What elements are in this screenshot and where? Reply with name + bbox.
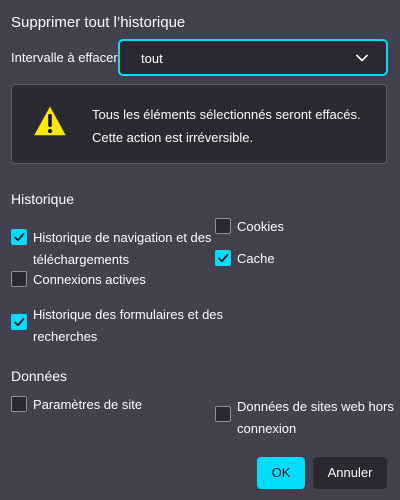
checkbox-box[interactable] bbox=[11, 396, 27, 412]
checkbox-site-settings[interactable]: Paramètres de site bbox=[11, 396, 191, 414]
history-section-title: Historique bbox=[11, 191, 75, 207]
checkbox-box[interactable] bbox=[11, 314, 27, 330]
checkbox-box[interactable] bbox=[215, 218, 231, 234]
checkbox-box[interactable] bbox=[11, 271, 27, 287]
dialog-title: Supprimer tout l’historique bbox=[11, 14, 186, 31]
checkbox-active-logins[interactable]: Connexions actives bbox=[11, 271, 191, 289]
checkbox-label: Cookies bbox=[237, 219, 284, 234]
checkbox-box[interactable] bbox=[215, 406, 231, 422]
checkbox-label: Cache bbox=[237, 251, 275, 266]
checkbox-box[interactable] bbox=[215, 250, 231, 266]
checkmark-icon bbox=[14, 232, 25, 242]
data-section-title: Données bbox=[11, 368, 68, 384]
checkbox-browsing-history[interactable]: Historique de navigation et des téléchar… bbox=[11, 229, 212, 269]
checkbox-cache[interactable]: Cache bbox=[215, 250, 335, 268]
checkmark-icon bbox=[218, 253, 229, 263]
chevron-down-icon bbox=[356, 54, 368, 62]
checkbox-label: Données de sites web hors connexion bbox=[237, 399, 394, 436]
clear-history-dialog: Supprimer tout l’historique Intervalle à… bbox=[0, 0, 400, 500]
checkbox-label: Historique de navigation et des téléchar… bbox=[33, 230, 212, 267]
checkbox-box[interactable] bbox=[11, 229, 27, 245]
checkbox-cookies[interactable]: Cookies bbox=[215, 218, 335, 236]
time-range-label: Intervalle à effacer : bbox=[11, 50, 125, 65]
checkbox-label: Paramètres de site bbox=[33, 397, 143, 412]
checkmark-icon bbox=[14, 317, 25, 327]
warning-text-line1: Tous les éléments sélectionnés seront ef… bbox=[92, 107, 361, 122]
warning-box: Tous les éléments sélectionnés seront ef… bbox=[11, 84, 387, 164]
checkbox-label: Connexions actives bbox=[33, 272, 146, 287]
checkbox-form-history[interactable]: Historique des formulaires et des recher… bbox=[11, 307, 223, 354]
checkbox-label: Historique des formulaires et des recher… bbox=[33, 307, 224, 344]
cancel-button[interactable]: Annuler bbox=[313, 457, 387, 489]
checkbox-offline-website-data[interactable]: Données de sites web hors connexion bbox=[215, 399, 395, 446]
warning-icon bbox=[32, 104, 68, 137]
time-range-select[interactable]: tout bbox=[118, 39, 388, 76]
warning-text-line2: Cette action est irréversible. bbox=[92, 130, 254, 145]
time-range-value: tout bbox=[141, 51, 163, 66]
ok-button[interactable]: OK bbox=[257, 457, 305, 489]
